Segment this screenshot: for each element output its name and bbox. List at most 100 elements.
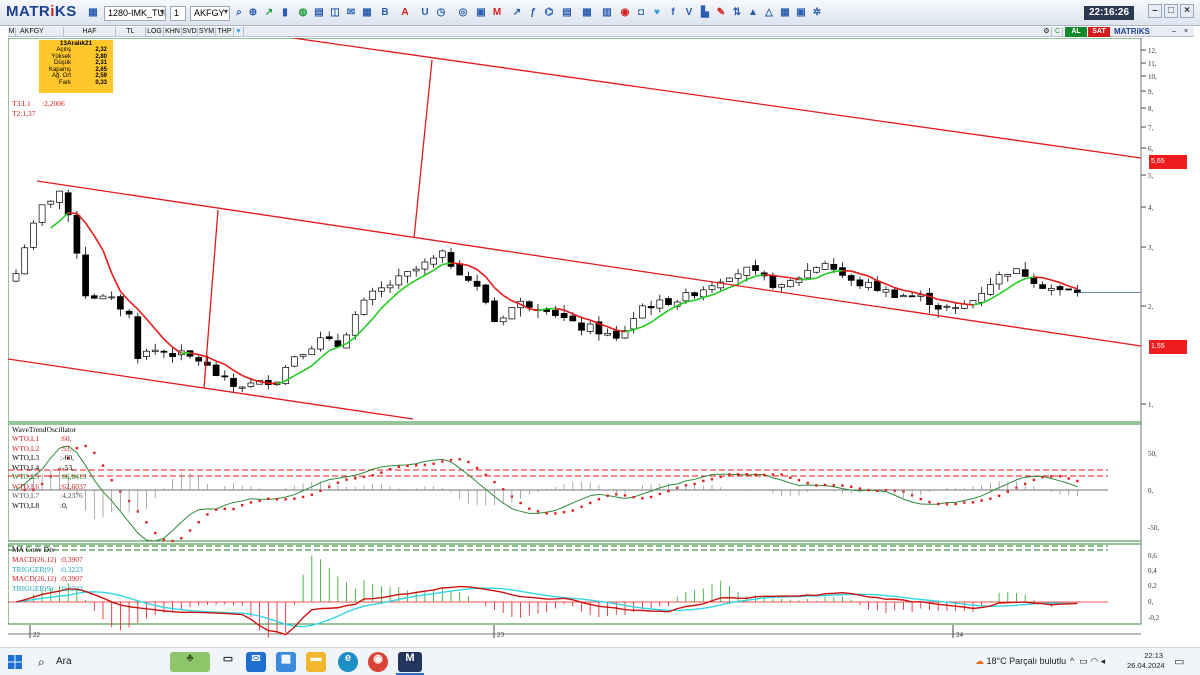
minimize-button[interactable]: – — [1148, 4, 1162, 18]
ma-segment — [241, 374, 252, 380]
globe-icon[interactable]: ◍ — [296, 6, 310, 20]
layout-icon[interactable]: ▦ — [86, 6, 100, 20]
chart-minimize-button[interactable]: – — [1168, 27, 1180, 37]
trend-icon[interactable]: ↗ — [510, 6, 524, 20]
email-icon[interactable]: ✉ — [344, 6, 358, 20]
system-clock[interactable]: 22:13 26.04.2024 — [1127, 651, 1165, 671]
settings-icon[interactable]: ✲ — [810, 6, 824, 20]
notification-icon[interactable]: ▭ — [1174, 655, 1184, 668]
candle-body — [212, 364, 220, 377]
bar-chart-icon[interactable]: ▮ — [278, 6, 292, 20]
tools-icon[interactable]: ✎ — [714, 6, 728, 20]
wto-signal-dot — [388, 468, 392, 471]
price-axis-label: 9, — [1148, 88, 1154, 96]
file-explorer-icon[interactable]: ▬ — [306, 652, 326, 672]
chart-symbol-tab[interactable]: AKFGY — [16, 27, 64, 37]
close-button[interactable]: × — [1180, 4, 1194, 18]
twitter-share-icon[interactable]: ♥ — [234, 27, 244, 37]
mail-icon[interactable]: ✉ — [246, 652, 266, 672]
timer-icon[interactable]: ◷ — [434, 6, 448, 20]
period-select[interactable]: 1 — [170, 6, 186, 21]
matriks-app-icon[interactable]: M — [398, 652, 422, 672]
wto-signal-dot — [493, 480, 496, 484]
weather-widget[interactable]: ☁ 18°C Parçalı bulutlu — [975, 656, 1066, 667]
news-icon[interactable]: ▤ — [560, 6, 574, 20]
store-icon[interactable]: ▦ — [276, 652, 296, 672]
scanner-icon[interactable]: ⌬ — [542, 6, 556, 20]
bonsai-widget-icon[interactable]: ♣ — [170, 652, 210, 672]
tab-log[interactable]: LOG — [146, 27, 164, 37]
edge-icon[interactable]: e — [338, 652, 358, 672]
trend-label-t2: T2:1,37 — [12, 109, 36, 118]
network-icon[interactable]: ▭ — [1079, 656, 1088, 666]
chart-line-icon[interactable]: ↗ — [262, 6, 276, 20]
wto-signal-dot — [75, 446, 79, 450]
task-view-icon[interactable]: ▭ — [218, 652, 238, 672]
report-icon[interactable]: ▥ — [600, 6, 614, 20]
wifi-icon[interactable]: ◠ — [1090, 656, 1098, 666]
wto-signal-dot — [649, 495, 653, 499]
windows-start-icon[interactable] — [8, 655, 22, 669]
table-icon[interactable]: ▦ — [360, 6, 374, 20]
camera-icon[interactable]: ◘ — [634, 6, 648, 20]
system-tray[interactable]: ^ ▭ ◠ ◂ — [1070, 656, 1105, 667]
tab-tl[interactable]: TL — [116, 27, 146, 37]
matriks-logo: MATRiKS — [6, 3, 77, 20]
wto-signal-dot — [589, 501, 592, 505]
print-icon[interactable]: ▤ — [312, 6, 326, 20]
news-feed-icon[interactable]: ▙ — [698, 6, 712, 20]
chevron-up-icon[interactable]: ^ — [1070, 656, 1074, 666]
search-icon[interactable]: ⌕ — [232, 6, 246, 20]
volume-icon[interactable]: V — [682, 6, 696, 20]
sell-button[interactable]: SAT — [1088, 27, 1110, 37]
wto-title[interactable]: WaveTrendOscillator — [12, 425, 76, 434]
analysis-icon[interactable]: ◎ — [456, 6, 470, 20]
m-icon[interactable]: M — [490, 6, 504, 20]
twitter-icon[interactable]: ♥ — [650, 6, 664, 20]
tab-haf[interactable]: HAF — [64, 27, 116, 37]
warning-icon[interactable]: △ — [762, 6, 776, 20]
calendar-icon[interactable]: ▦ — [580, 6, 594, 20]
wto-signal-dot — [432, 462, 435, 465]
tab-svd[interactable]: SVD — [182, 27, 198, 37]
macd-legend-row: MACD(26,12):0,3907 — [12, 574, 83, 583]
grid-icon[interactable]: ▦ — [778, 6, 792, 20]
macd-axis-label: 0,6 — [1148, 552, 1157, 560]
symbol-select[interactable]: AKFGY ▾ — [190, 6, 230, 21]
buy-button[interactable]: AL — [1065, 27, 1087, 37]
facebook-icon[interactable]: f — [666, 6, 680, 20]
candle-body — [656, 299, 664, 309]
zoom-icon[interactable]: ⊕ — [246, 6, 260, 20]
candle-body — [978, 292, 986, 303]
underline-icon[interactable]: U — [418, 6, 432, 20]
chart-settings-icon[interactable]: ⚙ — [1042, 27, 1052, 37]
alarm-icon[interactable]: ◉ — [618, 6, 632, 20]
ma-segment — [772, 274, 782, 278]
maximize-button[interactable]: □ — [1164, 4, 1178, 18]
tab-khn[interactable]: KHN — [164, 27, 182, 37]
template-select[interactable]: 1280-IMK_TUM ▾ — [104, 6, 166, 21]
font-color-icon[interactable]: A — [398, 6, 412, 20]
price-axis-label: 4, — [1148, 204, 1154, 212]
info-date: 13Aralık21 — [59, 40, 93, 47]
chart-area[interactable]: 12, 11, 10, 9, 8, 7, 6, 5, 4, 3, 2, 1, 50, 0, -50, 0,6 0… — [8, 38, 1194, 646]
candle-body — [1004, 273, 1012, 277]
formula-icon[interactable]: ƒ — [526, 6, 540, 20]
ma-segment — [415, 274, 426, 281]
macd-title[interactable]: MA Conv Div — [12, 545, 55, 554]
candle-body — [708, 285, 716, 290]
time-axis-label: 22 — [33, 631, 41, 639]
chart-close-button[interactable]: × — [1180, 27, 1192, 37]
up-icon[interactable]: ▲ — [746, 6, 760, 20]
refresh-icon[interactable]: C — [1053, 27, 1063, 37]
tab-thp[interactable]: THP — [216, 27, 234, 37]
layers-icon[interactable]: ▣ — [794, 6, 808, 20]
sort-icon[interactable]: ⇅ — [730, 6, 744, 20]
chrome-icon[interactable]: ◉ — [368, 652, 388, 672]
vip-icon[interactable]: ▣ — [474, 6, 488, 20]
speaker-icon[interactable]: ◂ — [1101, 656, 1106, 666]
bold-icon[interactable]: B — [378, 6, 392, 20]
tab-sym[interactable]: SYM — [198, 27, 216, 37]
menu-m-button[interactable]: M — [8, 27, 16, 37]
save-icon[interactable]: ◫ — [328, 6, 342, 20]
